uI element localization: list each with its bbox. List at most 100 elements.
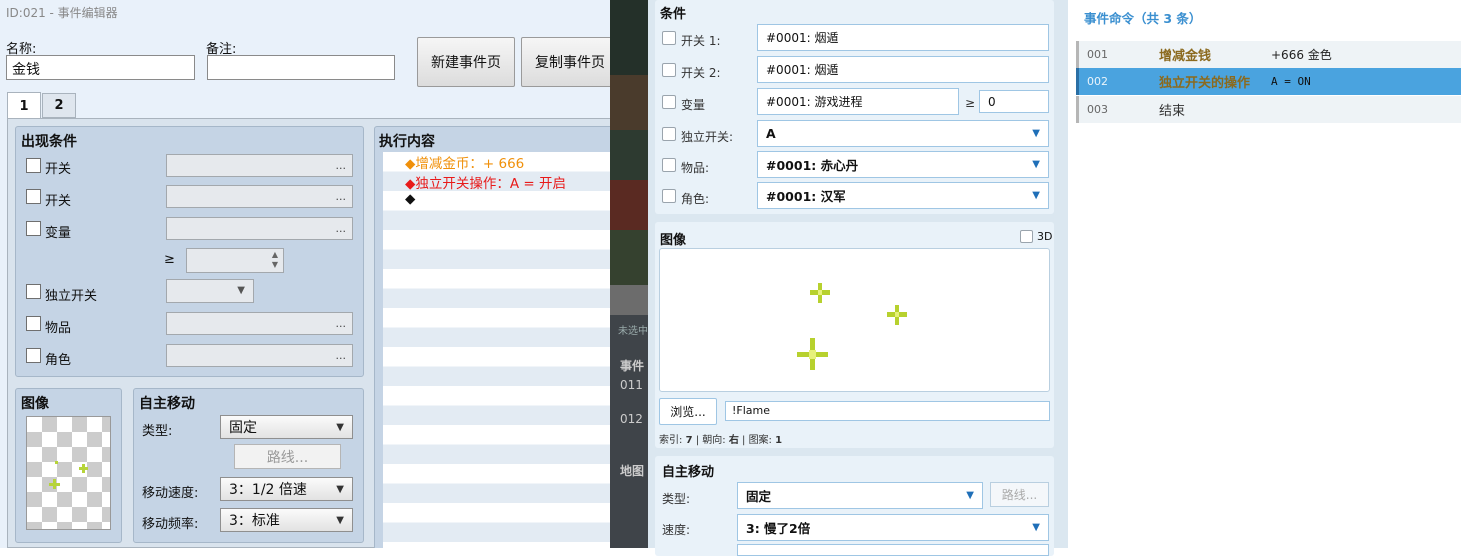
switch1-label: 开关 1: [681,34,721,48]
command-line-gold[interactable]: ◆增减金币：+ 666 [383,152,612,172]
command-number: 001 [1087,48,1108,61]
ge-symbol: ≥ [164,252,175,267]
move-type-select[interactable]: 固定 ▼ [737,482,983,509]
ellipsis-icon: ... [335,159,347,172]
command-row-002[interactable]: 002 独立开关的操作 A = ON [1076,68,1461,95]
actor-label: 角色: [681,192,710,206]
3d-checkbox[interactable] [1020,230,1033,243]
command-line-red[interactable]: ◆独立开关操作：A = 开启 [383,172,612,192]
actor-checkbox[interactable] [662,189,676,203]
command-detail: +666 金色 [1271,48,1332,62]
self-switch-label: 独立开关 [45,289,98,304]
switch1-checkbox[interactable] [662,31,676,45]
command-text: ◆ [405,191,416,207]
variable-field[interactable]: #0001: 游戏进程 [757,88,959,115]
command-line-empty[interactable]: ◆ [383,191,612,211]
move-type-value: 固定 [229,420,257,436]
switch2-picker[interactable]: ... [166,185,353,208]
move-title: 自主移动 [662,465,715,480]
self-switch-checkbox[interactable] [662,127,676,141]
spinner-up-icon[interactable]: ▲ [272,250,278,259]
switch2-checkbox[interactable] [662,63,676,77]
tab-page-1[interactable]: 1 [7,92,41,120]
variable-value-spinner[interactable]: ▲ ▼ [186,248,284,273]
index-label: 索引: [659,435,683,446]
pattern-label: 图案: [748,435,772,446]
item-checkbox[interactable] [662,158,676,172]
actor-checkbox[interactable] [26,348,41,363]
image-preview[interactable] [26,416,111,530]
move-type-label: 类型: [142,424,173,439]
move-type-select[interactable]: 固定 ▼ [220,415,353,439]
move-speed-select[interactable]: 3：1/2 倍速 ▼ [220,477,353,501]
event-item-012[interactable]: 012 [620,412,643,426]
chevron-down-icon: ▼ [336,421,344,433]
tab-page-2[interactable]: 2 [42,93,76,118]
item-checkbox[interactable] [26,316,41,331]
move-freq-label: 移动频率: [142,517,199,532]
route-button[interactable]: 路线... [234,444,341,469]
item-label: 物品 [45,321,72,336]
browse-button[interactable]: 浏览... [659,398,717,425]
autonomous-movement-card: 自主移动 类型: 固定 ▼ 路线... 速度: 3: 慢了2倍 ▼ [655,456,1054,556]
event-item-011[interactable]: 011 [620,378,643,392]
switch2-label: 开关 2: [681,66,721,80]
copy-page-button[interactable]: 复制事件页 [521,37,612,87]
flame-sprite-icon [797,283,907,370]
map-label: 地图 [620,464,645,478]
item-select[interactable]: #0001: 赤心丹 ▼ [757,151,1049,178]
image-preview[interactable] [659,248,1050,392]
switch1-field[interactable]: #0001: 烟遁 [757,24,1049,51]
item-label: 物品: [681,161,710,175]
frequency-select[interactable] [737,544,1049,556]
self-switch-select[interactable]: ▼ [166,279,254,303]
switch1-checkbox[interactable] [26,158,41,173]
move-freq-value: 3：标准 [229,513,280,529]
speed-label: 速度: [662,523,691,537]
variable-picker[interactable]: ... [166,217,353,240]
self-switch-select[interactable]: A ▼ [757,120,1049,147]
ge-symbol: ≥ [965,96,976,110]
variable-checkbox[interactable] [26,221,41,236]
speed-select[interactable]: 3: 慢了2倍 ▼ [737,514,1049,541]
move-type-label: 类型: [662,492,691,506]
image-file-field[interactable]: !Flame [725,401,1050,421]
command-row-001[interactable]: 001 增减金钱 +666 金色 [1076,41,1461,68]
chevron-down-icon: ▼ [1032,522,1040,533]
autonomous-title: 自主移动 [139,396,195,412]
variable-value-input[interactable]: 0 [979,90,1049,113]
note-input[interactable] [207,55,395,80]
move-freq-select[interactable]: 3：标准 ▼ [220,508,353,532]
map-status-label: 未选中 [618,326,648,337]
route-button[interactable]: 路线... [990,482,1049,507]
chevron-down-icon: ▼ [336,514,344,526]
actor-select[interactable]: #0001: 汉军 ▼ [757,182,1049,209]
command-list[interactable]: ◆增减金币：+ 666 ◆独立开关操作：A = 开启 ◆ [383,152,612,548]
pattern-value: 1 [775,435,783,446]
spinner-down-icon[interactable]: ▼ [272,260,278,269]
switch1-picker[interactable]: ... [166,154,353,177]
self-switch-checkbox[interactable] [26,284,41,299]
map-tile-icon [610,180,648,230]
conditions-title: 出现条件 [21,134,77,150]
switch2-checkbox[interactable] [26,189,41,204]
command-name: 增减金钱 [1159,49,1212,64]
appearance-conditions-group: 出现条件 开关 ... 开关 ... 变量 ... ≥ ▲ ▼ 独立开关 ▼ 物… [15,126,364,377]
variable-checkbox[interactable] [662,95,676,109]
command-row-003[interactable]: 003 结束 [1076,96,1461,123]
ellipsis-icon: ... [335,222,347,235]
name-input[interactable]: 金钱 [6,55,195,80]
item-picker[interactable]: ... [166,312,353,335]
exec-title: 执行内容 [379,134,435,150]
actor-picker[interactable]: ... [166,344,353,367]
chevron-down-icon: ▼ [1032,190,1040,201]
speed-value: 3: 慢了2倍 [746,521,811,536]
self-switch-label: 独立开关: [681,130,734,144]
new-page-button[interactable]: 新建事件页 [417,37,515,87]
chevron-down-icon: ▼ [966,490,974,501]
move-speed-label: 移动速度: [142,486,199,501]
command-list-title: 事件命令（共 3 条） [1084,11,1202,26]
switch2-field[interactable]: #0001: 烟遁 [757,56,1049,83]
index-value: 7 [685,435,693,446]
variable-label: 变量 [45,226,72,241]
